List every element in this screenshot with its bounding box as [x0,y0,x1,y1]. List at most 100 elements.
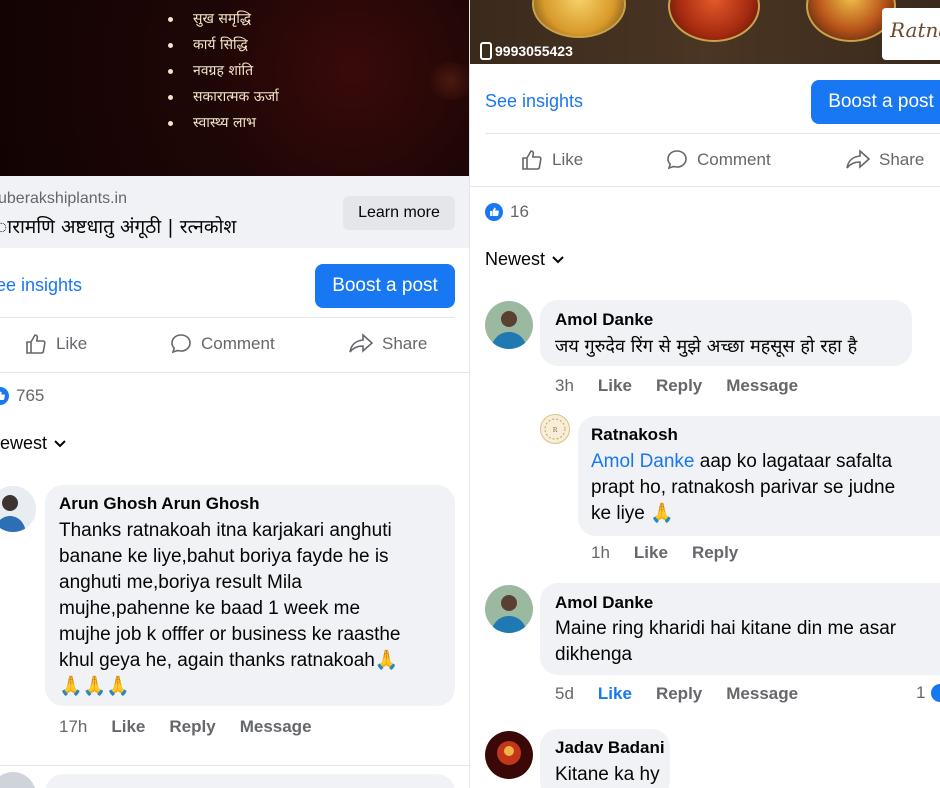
person-avatar-icon [485,585,533,633]
reaction-count: 765 [16,386,45,405]
comment-author[interactable]: Amol Danke [555,593,653,613]
like-label: Like [552,150,584,169]
comment-line: khul geya he, again thanks ratnakoah🙏 [59,650,399,671]
ad-bullet-list: सुख समृद्धि कार्य सिद्धि नवग्रह शांति सक… [165,6,279,136]
reply-meta: 1h Like Reply [591,543,762,563]
comment-author[interactable]: Jadav Badani [555,738,665,758]
decorative-orb [425,62,470,100]
comment-meta: 3h Like Reply Message [555,376,822,396]
sort-label: lewest [0,433,48,453]
comment-line: mujhe,pahenne ke baad 1 week me [59,598,361,619]
link-headline[interactable]: ारामणि अष्टधातु अंगूठी | रत्नकोश [0,213,236,239]
reply-time[interactable]: 1h [591,543,610,563]
boost-post-button[interactable]: Boost a post [315,264,455,308]
reply-author[interactable]: Ratnakosh [591,425,678,445]
mention-link[interactable]: Amol Danke [591,451,695,472]
ad-bullet: नवग्रह शांति [165,58,279,84]
reaction-summary[interactable]: 16 [485,202,529,222]
divider [0,317,455,318]
comment-message-button[interactable]: Message [726,684,798,704]
share-action[interactable]: Share [845,148,924,172]
boost-post-button[interactable]: Boost a post [811,80,940,124]
chevron-down-icon [552,255,564,263]
comment-icon [171,334,191,354]
chevron-down-icon [54,439,66,447]
like-action[interactable]: Like [520,148,583,172]
comment-author[interactable]: Arun Ghosh Arun Ghosh [59,494,260,514]
comment-like-button[interactable]: Like [598,684,632,704]
see-insights-link[interactable]: See insights [485,91,583,112]
comment-time[interactable]: 17h [59,717,87,737]
comment-like-button[interactable]: Like [598,376,632,396]
like-reaction-icon [0,387,9,405]
comment-action[interactable]: Comment [665,148,771,172]
comment-line: Thanks ratnakoah itna karjakari anghuti [59,520,392,541]
see-insights-link[interactable]: ee insights [0,275,82,296]
reply-like-button[interactable]: Like [634,543,668,563]
reaction-summary[interactable]: 765 [0,386,44,406]
person-avatar-icon [0,486,36,532]
comment-action[interactable]: Comment [169,332,275,356]
comment-message-button[interactable]: Message [240,717,312,737]
phone-number: 9993055423 [480,42,573,60]
comment-text: जय गुरुदेव रिंग से मुझे अच्छा महसूस हो र… [555,336,858,357]
thumbs-up-icon [522,150,542,170]
comment-label: Comment [201,334,275,353]
comment-reaction-summary[interactable]: 1 [916,683,940,703]
ad-bullet: स्वास्थ्य लाभ [165,110,279,136]
ad-image[interactable]: सुख समृद्धि कार्य सिद्धि नवग्रह शांति सक… [0,0,470,176]
like-label: Like [56,334,88,353]
reply-text: Amol Danke aap ko lagataar safalta prapt… [591,449,895,527]
comment-like-button[interactable]: Like [111,717,145,737]
like-reaction-icon [931,684,940,702]
comment-reply-button[interactable]: Reply [656,684,702,704]
like-action[interactable]: Like [24,332,87,356]
comment-reply-button[interactable]: Reply [656,376,702,396]
sort-label: Newest [485,249,546,269]
ratnakosh-logo-icon: R [544,418,566,440]
right-post-panel: 9993055423 Ratnak See insights Boost a p… [470,0,940,788]
ad-bullet: सुख समृद्धि [165,6,279,32]
avatar[interactable] [0,772,36,788]
comment-line: mujhe job k offfer or business ke raasth… [59,624,401,645]
coins-image [532,0,626,38]
comment-line: Maine ring kharidi hai kitane din me asa… [555,618,897,639]
phone-text: 9993055423 [495,43,573,59]
reply-line: Amol Danke aap ko lagataar safalta [591,449,895,475]
comment-text: Kitane ka hy [555,764,660,785]
divider [470,186,940,187]
avatar[interactable] [485,301,533,349]
avatar[interactable] [485,585,533,633]
post-image-banner[interactable]: 9993055423 Ratnak [470,0,940,64]
svg-text:R: R [553,427,558,434]
link-domain: uberakshiplants.in [0,190,127,207]
ad-bullet: कार्य सिद्धि [165,32,279,58]
comment-time[interactable]: 5d [555,684,574,704]
avatar[interactable] [485,731,533,779]
phone-icon [480,42,492,60]
share-icon [349,333,374,353]
page-avatar[interactable]: R [540,414,570,444]
ratnakosh-logo: Ratnak [890,18,940,42]
comment-author[interactable]: Amol Danke [555,310,653,330]
reply-reply-button[interactable]: Reply [692,543,738,563]
comment-message-button[interactable]: Message [726,376,798,396]
sort-comments-dropdown[interactable]: lewest [0,433,66,454]
reply-line: prapt ho, ratnakosh parivar se judne [591,477,896,498]
comment-icon [667,150,687,170]
comment-text: Thanks ratnakoah itna karjakari anghuti … [59,518,401,700]
avatar[interactable] [0,486,36,532]
reply-line: ke liye 🙏 [591,503,674,524]
planet-image [668,0,760,42]
comment-label: Comment [697,150,771,169]
learn-more-button[interactable]: Learn more [343,196,455,230]
sort-comments-dropdown[interactable]: Newest [485,249,564,270]
divider [0,765,470,766]
comment-time[interactable]: 3h [555,376,574,396]
share-action[interactable]: Share [348,332,427,356]
divider [0,372,470,373]
reaction-count: 16 [510,202,529,221]
comment-meta: 17h Like Reply Message [59,717,336,737]
comment-reply-button[interactable]: Reply [169,717,215,737]
thumbs-up-icon [26,334,46,354]
